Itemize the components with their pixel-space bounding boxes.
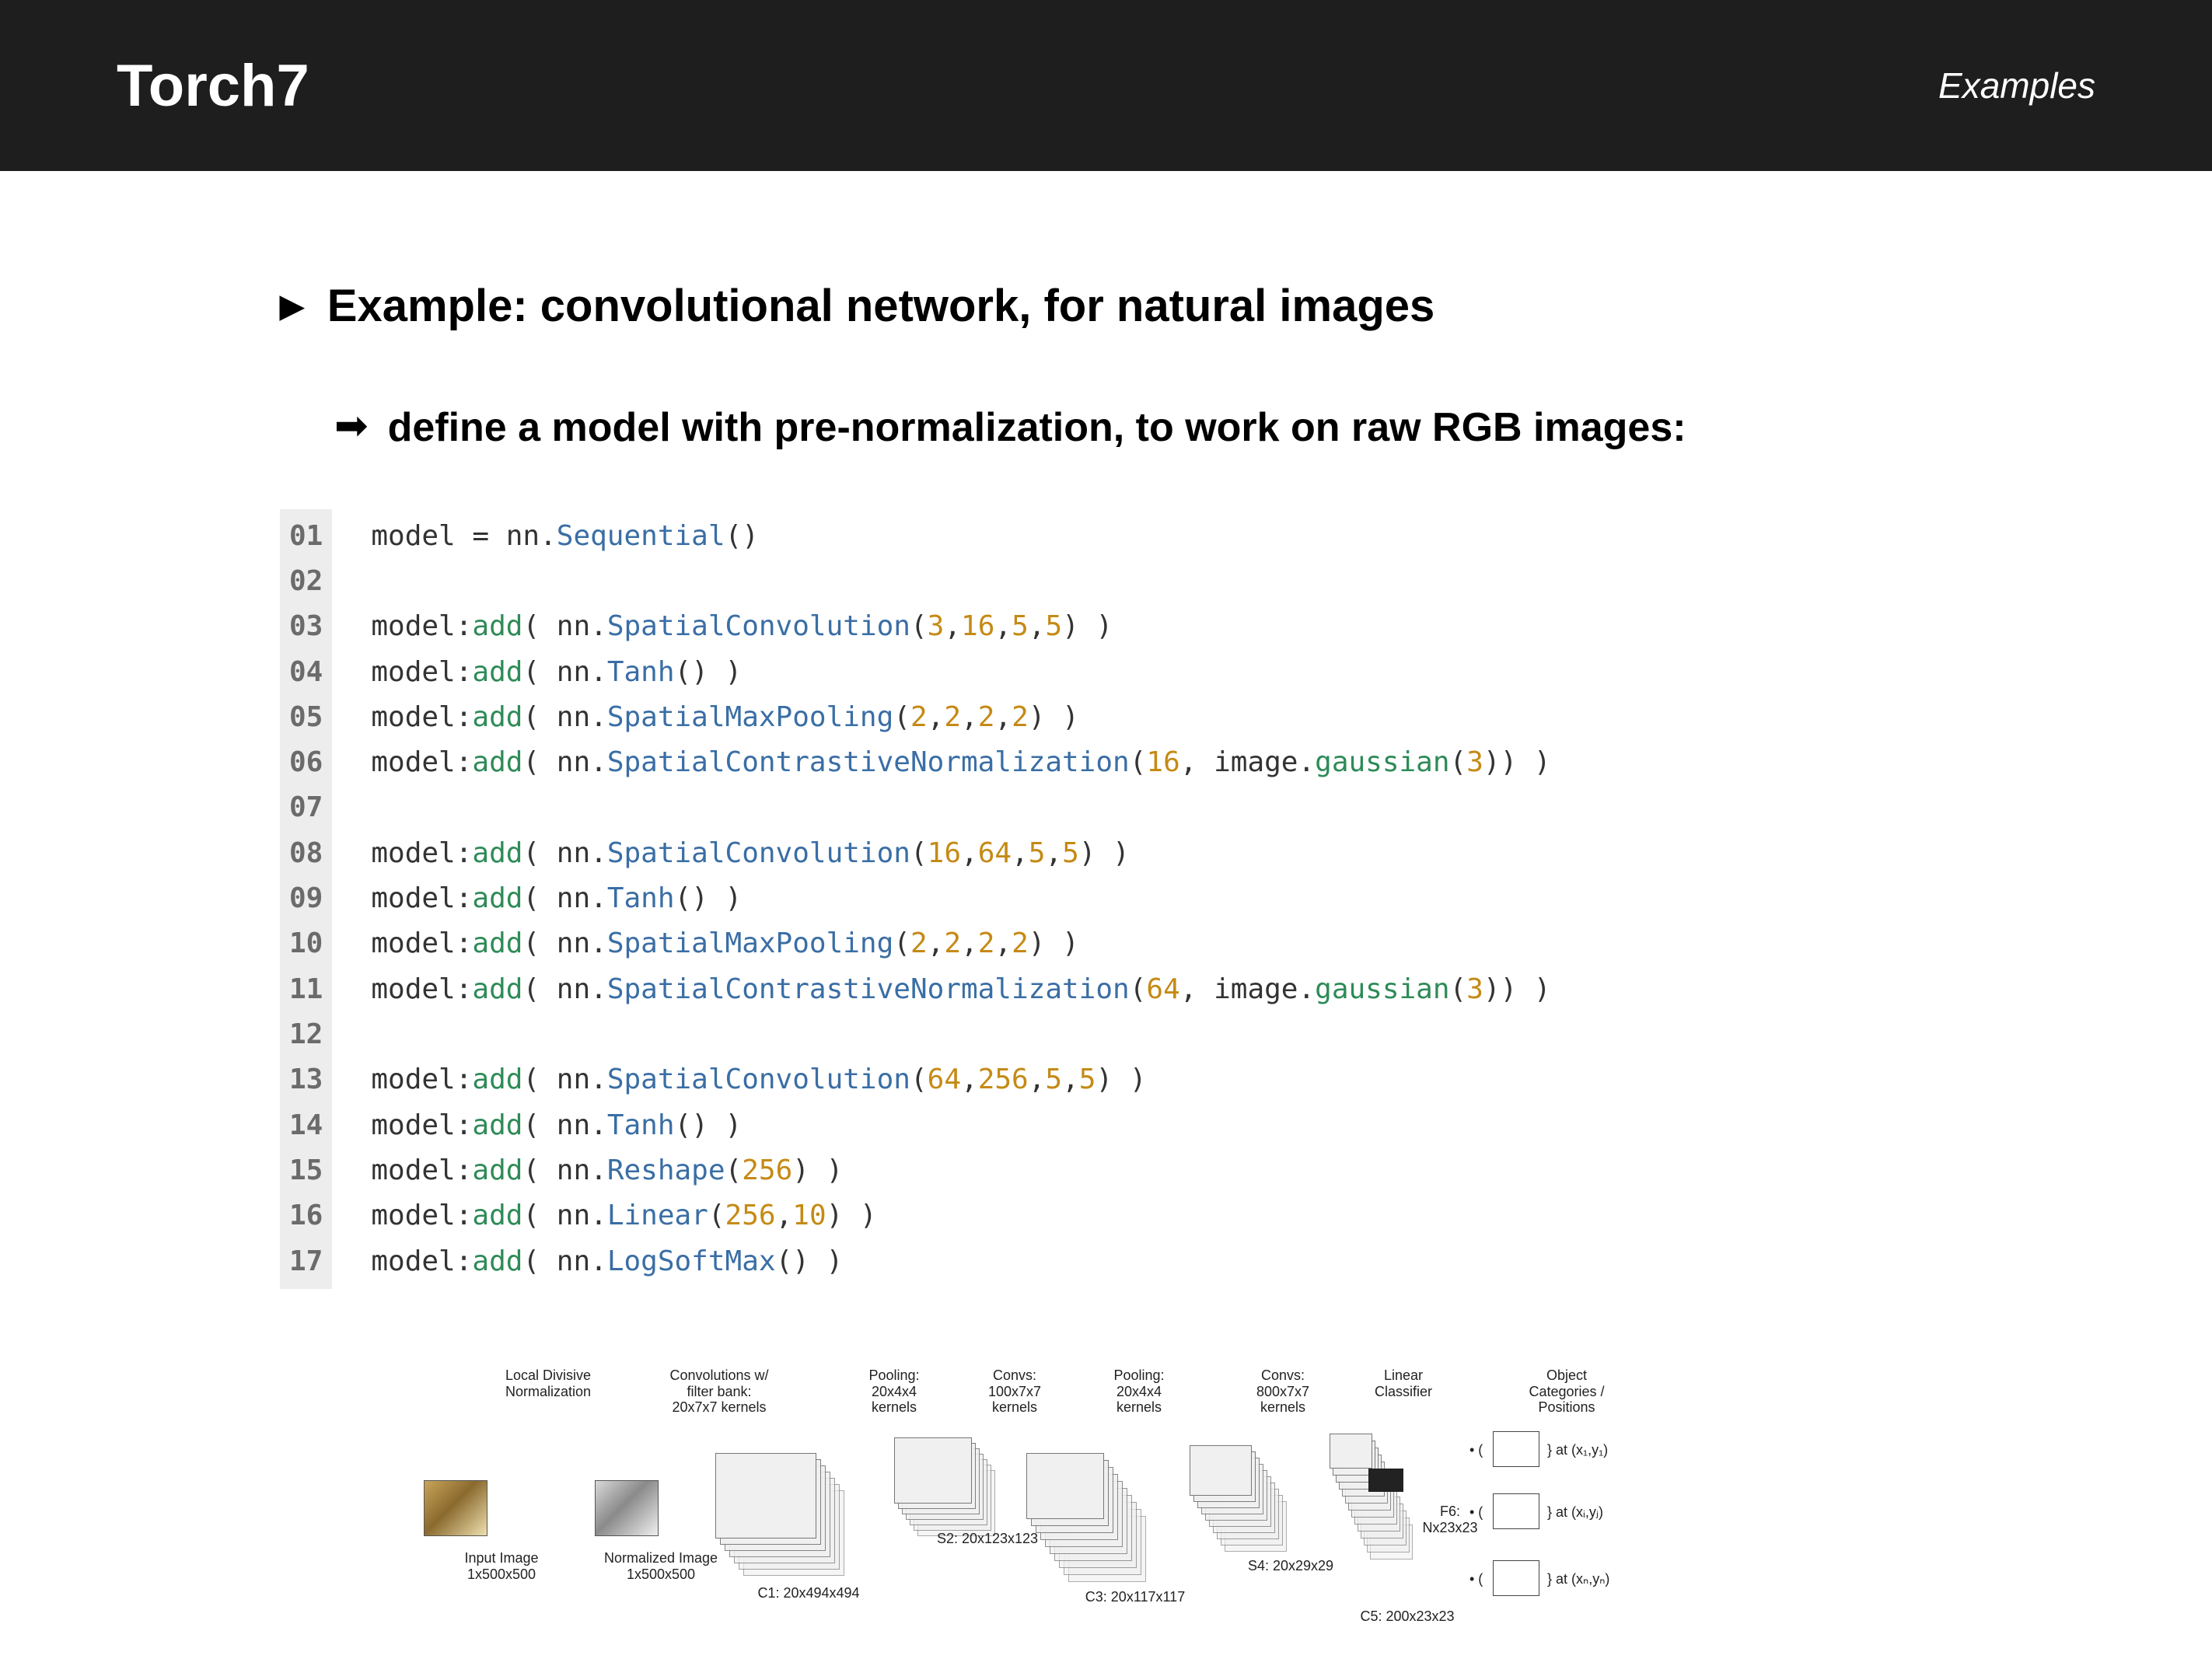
code-line: model:add( nn.SpatialMaxPooling(2,2,2,2)… bbox=[371, 921, 1550, 966]
line-numbers: 01 02 03 04 05 06 07 08 09 10 11 12 13 1… bbox=[280, 509, 332, 1289]
code-line: model:add( nn.SpatialContrastiveNormaliz… bbox=[371, 967, 1550, 1012]
output-label: } at (xᵢ,yⱼ) bbox=[1547, 1504, 1603, 1521]
code-line bbox=[371, 559, 1550, 604]
code-lines: model = nn.Sequential() model:add( nn.Sp… bbox=[332, 509, 1550, 1289]
stage-label: Convs:100x7x7kernels bbox=[949, 1367, 1081, 1416]
code-line: model:add( nn.Tanh() ) bbox=[371, 1103, 1550, 1148]
sub-title-row: ➡ define a model with pre-normalization,… bbox=[334, 402, 1932, 455]
code-line: model:add( nn.Linear(256,10) ) bbox=[371, 1193, 1550, 1238]
stage-label: Pooling:20x4x4kernels bbox=[1073, 1367, 1205, 1416]
code-line: model:add( nn.SpatialConvolution(16,64,5… bbox=[371, 831, 1550, 876]
output-label: } at (xₙ,yₙ) bbox=[1547, 1571, 1609, 1587]
layer-caption: Input Image1x500x500 bbox=[424, 1550, 579, 1582]
layer-caption: Normalized Image1x500x500 bbox=[583, 1550, 739, 1582]
code-line bbox=[371, 785, 1550, 830]
stage-label: Local DivisiveNormalization bbox=[482, 1367, 614, 1399]
stage-label: ObjectCategories / Positions bbox=[1501, 1367, 1633, 1416]
output-label: } at (x₁,y₁) bbox=[1547, 1442, 1608, 1458]
header-title: Torch7 bbox=[117, 52, 309, 120]
output-box bbox=[1493, 1493, 1539, 1529]
code-line bbox=[371, 1012, 1550, 1057]
sub-title: define a model with pre-normalization, t… bbox=[388, 402, 1686, 455]
stage-label: LinearClassifier bbox=[1337, 1367, 1469, 1399]
code-line: model:add( nn.SpatialConvolution(64,256,… bbox=[371, 1057, 1550, 1102]
code-line: model:add( nn.Reshape(256) ) bbox=[371, 1148, 1550, 1193]
code-line: model:add( nn.SpatialContrastiveNormaliz… bbox=[371, 740, 1550, 785]
layer-caption: S4: 20x29x29 bbox=[1213, 1558, 1368, 1574]
output-box bbox=[1493, 1431, 1539, 1467]
output-box bbox=[1493, 1560, 1539, 1596]
normalized-image-thumb bbox=[595, 1480, 659, 1536]
architecture-diagram: Local DivisiveNormalization Convolutions … bbox=[381, 1367, 1679, 1632]
stage-label: Pooling:20x4x4kernels bbox=[828, 1367, 960, 1416]
layer-caption: S2: 20x123x123 bbox=[910, 1531, 1065, 1547]
code-line: model:add( nn.LogSoftMax() ) bbox=[371, 1239, 1550, 1284]
layer-caption: C5: 200x23x23 bbox=[1330, 1608, 1485, 1625]
layer-caption: C3: 20x117x117 bbox=[1057, 1589, 1213, 1605]
layer-caption: C1: 20x494x494 bbox=[731, 1585, 886, 1601]
code-block: 01 02 03 04 05 06 07 08 09 10 11 12 13 1… bbox=[280, 509, 1932, 1289]
content: ▶ Example: convolutional network, for na… bbox=[0, 171, 2212, 1289]
main-title: Example: convolutional network, for natu… bbox=[327, 280, 1435, 332]
output-marker: • ( bbox=[1469, 1442, 1483, 1458]
code-line: model:add( nn.Tanh() ) bbox=[371, 650, 1550, 695]
stage-label: Convolutions w/filter bank:20x7x7 kernel… bbox=[653, 1367, 785, 1416]
stage-label: Convs:800x7x7kernels bbox=[1217, 1367, 1349, 1416]
output-marker: • ( bbox=[1469, 1504, 1483, 1521]
code-line: model:add( nn.Tanh() ) bbox=[371, 876, 1550, 921]
triangle-bullet-icon: ▶ bbox=[280, 288, 304, 324]
input-image-thumb bbox=[424, 1480, 487, 1536]
output-marker: • ( bbox=[1469, 1571, 1483, 1587]
arrow-bullet-icon: ➡ bbox=[334, 402, 369, 450]
header-section: Examples bbox=[1938, 65, 2095, 107]
f6-rect bbox=[1368, 1469, 1403, 1492]
code-line: model:add( nn.SpatialMaxPooling(2,2,2,2)… bbox=[371, 695, 1550, 740]
header: Torch7 Examples bbox=[0, 0, 2212, 171]
code-line: model = nn.Sequential() bbox=[371, 514, 1550, 559]
main-title-row: ▶ Example: convolutional network, for na… bbox=[280, 280, 1932, 332]
code-line: model:add( nn.SpatialConvolution(3,16,5,… bbox=[371, 604, 1550, 649]
